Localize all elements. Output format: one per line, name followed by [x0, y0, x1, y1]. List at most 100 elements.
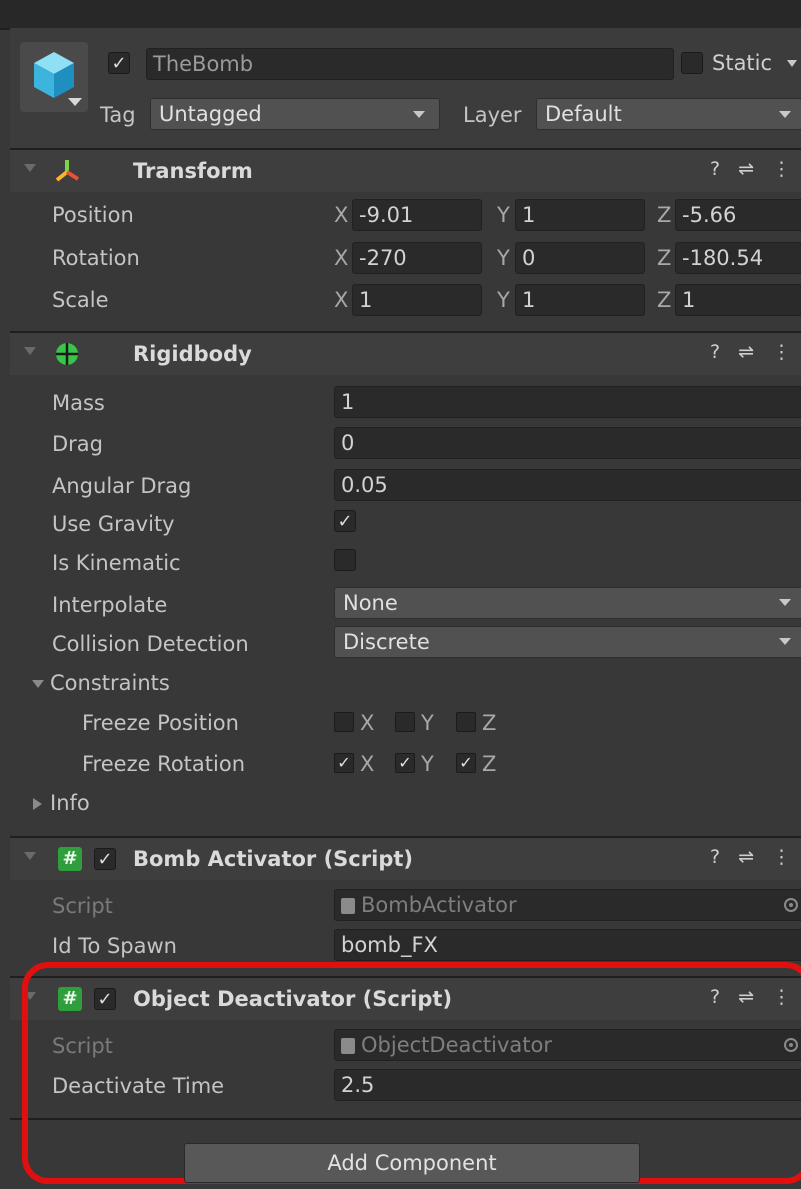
add-component-button[interactable]: Add Component: [184, 1143, 640, 1183]
angular-drag-field[interactable]: 0.05: [334, 469, 801, 501]
angular-drag-label[interactable]: Angular Drag: [52, 474, 191, 498]
mass-field[interactable]: 1: [334, 386, 801, 418]
transform-header[interactable]: Transform ? ⇌ ⋮: [10, 148, 801, 192]
freeze-rotation-y-checkbox[interactable]: ✓: [395, 753, 415, 773]
static-checkbox[interactable]: [681, 52, 703, 74]
position-z-field[interactable]: -5.66: [675, 199, 801, 231]
axis-z-label[interactable]: Z: [657, 288, 671, 312]
script-hash-icon: #: [58, 987, 82, 1011]
bomb-activator-header-icons: ? ⇌ ⋮: [692, 846, 791, 868]
axis-y-label[interactable]: Y: [497, 246, 510, 270]
scale-z-field[interactable]: 1: [675, 284, 801, 316]
position-y-field[interactable]: 1: [515, 199, 645, 231]
gameobject-icon[interactable]: [20, 42, 88, 112]
rotation-z-field[interactable]: -180.54: [675, 242, 801, 274]
object-picker-icon[interactable]: [784, 898, 798, 912]
axis-y-label: Y: [421, 711, 434, 735]
freeze-position-x-checkbox[interactable]: [334, 712, 354, 732]
presets-icon[interactable]: ⇌: [738, 341, 754, 363]
menu-icon[interactable]: ⋮: [772, 158, 791, 180]
freeze-rotation-z-checkbox[interactable]: ✓: [456, 753, 476, 773]
info-foldout-icon[interactable]: [33, 798, 42, 810]
chevron-down-icon: [68, 98, 82, 106]
axis-y-label: Y: [421, 752, 434, 776]
freeze-position-y-checkbox[interactable]: [395, 712, 415, 732]
axis-y-label[interactable]: Y: [497, 203, 510, 227]
rigidbody-title: Rigidbody: [133, 342, 252, 366]
scale-x-field[interactable]: 1: [352, 284, 482, 316]
bomb-activator-enabled-checkbox[interactable]: ✓: [94, 848, 116, 870]
id-to-spawn-label[interactable]: Id To Spawn: [52, 934, 177, 958]
constraints-foldout-icon[interactable]: [32, 680, 44, 688]
deactivate-time-field[interactable]: 2.5: [334, 1069, 801, 1101]
help-icon[interactable]: ?: [710, 846, 720, 868]
use-gravity-label[interactable]: Use Gravity: [52, 512, 175, 536]
axis-x-label[interactable]: X: [334, 246, 348, 270]
tag-dropdown[interactable]: Untagged: [150, 98, 440, 130]
freeze-rotation-x-checkbox[interactable]: ✓: [334, 753, 354, 773]
freeze-position-label[interactable]: Freeze Position: [82, 711, 239, 735]
object-deactivator-header[interactable]: # ✓ Object Deactivator (Script) ? ⇌ ⋮: [10, 976, 801, 1020]
menu-icon[interactable]: ⋮: [772, 846, 791, 868]
presets-icon[interactable]: ⇌: [738, 986, 754, 1008]
menu-icon[interactable]: ⋮: [772, 986, 791, 1008]
axis-z-label[interactable]: Z: [657, 203, 671, 227]
rotation-label[interactable]: Rotation: [52, 246, 140, 270]
position-label[interactable]: Position: [52, 203, 134, 227]
help-icon[interactable]: ?: [710, 341, 720, 363]
object-deactivator-enabled-checkbox[interactable]: ✓: [94, 988, 116, 1010]
axis-z-label[interactable]: Z: [657, 246, 671, 270]
axis-y-label[interactable]: Y: [497, 288, 510, 312]
info-label[interactable]: Info: [50, 791, 90, 815]
tag-chevron-icon: [413, 111, 425, 118]
script-hash-icon: #: [58, 847, 82, 871]
is-kinematic-checkbox[interactable]: [334, 549, 356, 571]
interpolate-label[interactable]: Interpolate: [52, 593, 167, 617]
axis-x-label[interactable]: X: [334, 203, 348, 227]
mass-label[interactable]: Mass: [52, 391, 105, 415]
deactivate-time-label[interactable]: Deactivate Time: [52, 1074, 224, 1098]
foldout-arrow-icon[interactable]: [24, 347, 36, 355]
presets-icon[interactable]: ⇌: [738, 846, 754, 868]
rotation-x-field[interactable]: -270: [352, 242, 482, 274]
foldout-arrow-icon[interactable]: [24, 164, 36, 172]
drag-label[interactable]: Drag: [52, 432, 103, 456]
static-dropdown-icon[interactable]: [787, 60, 797, 67]
axis-z-label: Z: [482, 711, 497, 735]
bomb-activator-header[interactable]: # ✓ Bomb Activator (Script) ? ⇌ ⋮: [10, 836, 801, 880]
presets-icon[interactable]: ⇌: [738, 158, 754, 180]
object-deactivator-script-value: ObjectDeactivator: [361, 1033, 552, 1057]
foldout-arrow-icon[interactable]: [24, 852, 36, 860]
inspector-top-bar: [0, 0, 801, 30]
transform-title: Transform: [133, 159, 253, 183]
help-icon[interactable]: ?: [710, 158, 720, 180]
interpolate-dropdown[interactable]: None: [334, 587, 801, 619]
freeze-position-z-checkbox[interactable]: [456, 712, 476, 732]
scale-y-field[interactable]: 1: [515, 284, 645, 316]
collision-detection-label[interactable]: Collision Detection: [52, 632, 249, 656]
position-x-field[interactable]: -9.01: [352, 199, 482, 231]
name-field[interactable]: TheBomb: [146, 48, 674, 80]
freeze-rotation-label[interactable]: Freeze Rotation: [82, 752, 245, 776]
menu-icon[interactable]: ⋮: [772, 341, 791, 363]
rigidbody-header[interactable]: Rigidbody ? ⇌ ⋮: [10, 331, 801, 375]
drag-field[interactable]: 0: [334, 427, 801, 459]
constraints-label[interactable]: Constraints: [50, 671, 170, 695]
collision-detection-dropdown[interactable]: Discrete: [334, 626, 801, 658]
active-checkbox[interactable]: ✓: [108, 52, 130, 74]
tag-value: Untagged: [159, 102, 262, 126]
rigidbody-icon: [56, 343, 78, 365]
foldout-arrow-icon[interactable]: [24, 992, 36, 1000]
rotation-y-field[interactable]: 0: [515, 242, 645, 274]
gameobject-header: [10, 28, 801, 148]
object-picker-icon[interactable]: [784, 1038, 798, 1052]
layer-dropdown[interactable]: Default: [536, 98, 801, 130]
transform-header-icons: ? ⇌ ⋮: [692, 158, 791, 180]
axis-x-label[interactable]: X: [334, 288, 348, 312]
id-to-spawn-field[interactable]: bomb_FX: [334, 929, 801, 961]
help-icon[interactable]: ?: [710, 986, 720, 1008]
scale-label[interactable]: Scale: [52, 288, 109, 312]
use-gravity-checkbox[interactable]: ✓: [334, 510, 356, 532]
is-kinematic-label[interactable]: Is Kinematic: [52, 551, 181, 575]
static-label[interactable]: Static: [712, 51, 772, 75]
